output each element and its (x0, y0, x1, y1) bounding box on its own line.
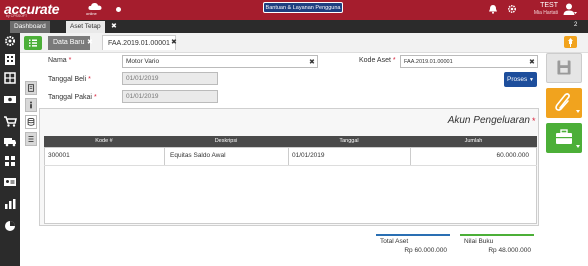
status-dot-icon (116, 7, 121, 12)
row-divider (44, 165, 537, 166)
tanggal-pakai-label: Tanggal Pakai * (48, 94, 97, 101)
column-header-jumlah[interactable]: Jumlah (410, 136, 537, 147)
tab-accounts-icon[interactable] (25, 115, 37, 129)
attachment-button[interactable] (546, 88, 582, 118)
shopping-cart-icon[interactable] (3, 115, 17, 127)
tab-document[interactable]: FAA.2019.01.00001 (102, 35, 176, 50)
table-cell-tanggal[interactable]: 01/01/2019 (292, 149, 402, 163)
tanggal-beli-input[interactable]: 01/01/2019 (122, 72, 218, 85)
tab-aset-tetap[interactable]: Aset Tetap (66, 21, 105, 33)
tools-briefcase-button[interactable] (546, 123, 582, 153)
tab-list-icon[interactable] (25, 132, 37, 146)
kode-aset-input[interactable]: FAA.2019.01.00001 (400, 55, 538, 68)
kode-aset-label: Kode Aset * (359, 57, 396, 64)
cloud-icon (88, 3, 102, 10)
table-cell-kode[interactable]: 300001 (48, 149, 158, 163)
tab-info-icon[interactable] (25, 98, 37, 112)
nilai-buku-value: Rp 48.000.000 (488, 247, 531, 254)
user-name: Mia Hartati (533, 10, 558, 16)
nama-clear-icon[interactable]: ✖ (309, 58, 315, 66)
proses-button[interactable]: Proses ▼ (504, 72, 537, 87)
panel-title: Akun Pengeluaran (447, 115, 530, 126)
tanggal-pakai-input[interactable]: 01/01/2019 (122, 90, 218, 103)
id-card-icon[interactable] (3, 176, 17, 188)
user-company-name: TEST (540, 2, 558, 9)
panel-required-mark: * (532, 116, 536, 126)
pin-icon[interactable] (564, 36, 577, 48)
column-divider (410, 147, 411, 165)
tab-data-baru-close-icon[interactable]: ✖ (87, 36, 97, 50)
bell-icon[interactable] (488, 4, 498, 14)
column-header-tanggal[interactable]: Tanggal (288, 136, 410, 147)
inventory-icon[interactable] (3, 155, 17, 167)
save-button[interactable] (546, 53, 582, 83)
truck-icon[interactable] (3, 135, 17, 147)
tab-aset-close-icon[interactable]: ✖ (111, 21, 119, 33)
settings-gear-icon[interactable] (3, 35, 17, 47)
gear-icon[interactable] (507, 4, 517, 14)
table-cell-jumlah[interactable]: 60.000.000 (414, 149, 529, 163)
nilai-buku-label: Nilai Buku (464, 238, 494, 245)
tab-dashboard[interactable]: Dashboard (10, 21, 50, 33)
report-bars-icon[interactable] (3, 198, 17, 210)
column-header-deskripsi[interactable]: Deskripsi (164, 136, 288, 147)
pie-chart-icon[interactable] (3, 220, 17, 232)
user-avatar-icon[interactable] (563, 2, 577, 16)
kode-aset-clear-icon[interactable]: ✖ (529, 58, 535, 66)
total-aset-label: Total Aset (380, 238, 409, 245)
building-icon[interactable] (3, 53, 17, 65)
column-header-kode[interactable]: Kode # (44, 136, 164, 147)
logo-subtitle: by CPSSOFT (6, 14, 28, 18)
tab-document-close-icon[interactable]: ✖ (171, 35, 181, 50)
help-service-button[interactable]: Bantuan & Layanan Pengguna (263, 2, 343, 13)
list-view-button[interactable] (24, 36, 42, 50)
tanggal-beli-label: Tanggal Beli * (48, 76, 91, 83)
money-bill-icon[interactable] (3, 93, 17, 105)
logo-online-label: online (86, 11, 97, 16)
table-cell-deskripsi[interactable]: Equitas Saldo Awal (170, 149, 282, 163)
ledger-grid-icon[interactable] (3, 72, 17, 84)
nama-label: Nama * (48, 57, 72, 64)
nama-input[interactable]: Motor Vario (122, 55, 318, 68)
tab-data-baru[interactable]: Data Baru (48, 36, 90, 50)
column-divider (164, 147, 165, 165)
tab-general-icon[interactable] (25, 81, 37, 95)
open-tabs-count[interactable]: 2 (574, 22, 577, 28)
column-divider (288, 147, 289, 165)
total-aset-value: Rp 60.000.000 (404, 247, 447, 254)
